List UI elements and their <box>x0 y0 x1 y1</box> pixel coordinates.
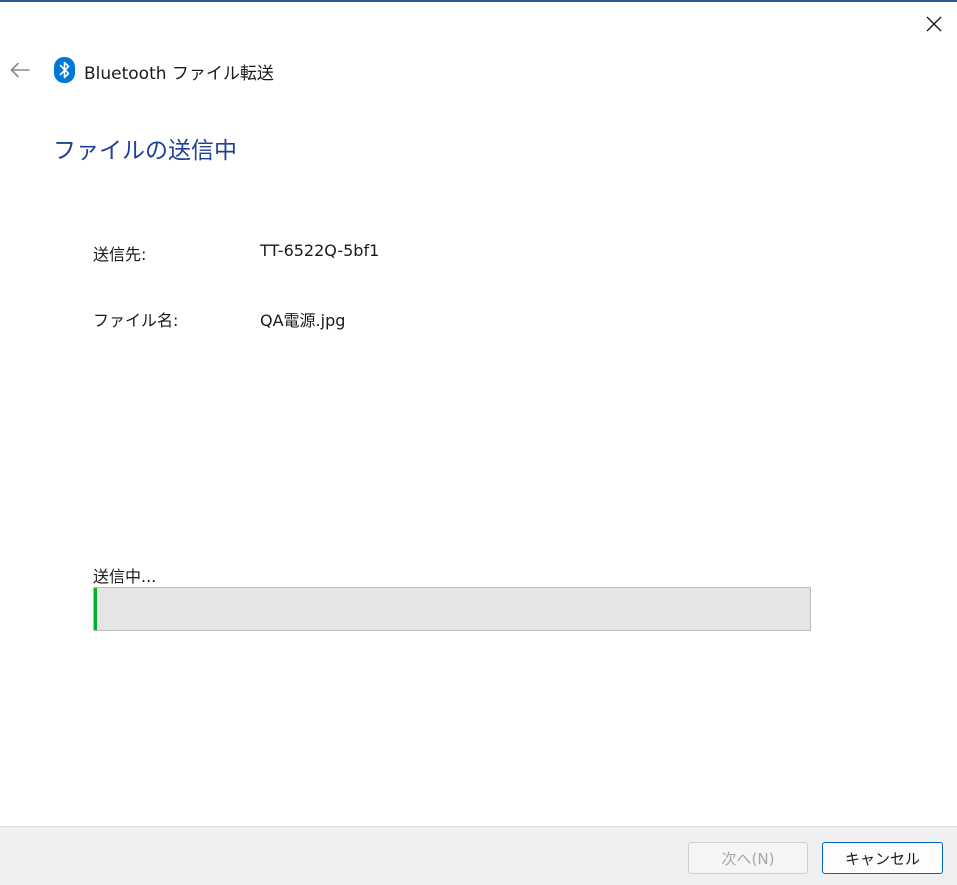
dialog-title: Bluetooth ファイル転送 <box>84 64 274 84</box>
file-name-value: QA電源.jpg <box>260 311 346 330</box>
destination-label: 送信先: <box>93 245 147 264</box>
progress-fill <box>94 588 97 630</box>
next-button[interactable]: 次へ(N) <box>688 842 808 874</box>
cancel-button[interactable]: キャンセル <box>822 842 943 874</box>
transfer-progress-bar <box>93 587 811 631</box>
bluetooth-icon <box>54 57 75 83</box>
transfer-status-text: 送信中... <box>93 567 157 586</box>
dialog-footer: 次へ(N) キャンセル <box>0 826 957 885</box>
window-accent-bar <box>0 0 957 2</box>
close-button[interactable] <box>914 6 954 42</box>
back-button[interactable] <box>4 54 36 86</box>
back-arrow-icon <box>10 62 30 78</box>
bluetooth-transfer-window: Bluetooth ファイル転送 ファイルの送信中 送信先: TT-6522Q-… <box>0 0 957 885</box>
destination-value: TT-6522Q-5bf1 <box>260 241 380 260</box>
close-icon <box>926 16 942 32</box>
page-title: ファイルの送信中 <box>53 138 237 164</box>
file-name-label: ファイル名: <box>93 311 179 330</box>
